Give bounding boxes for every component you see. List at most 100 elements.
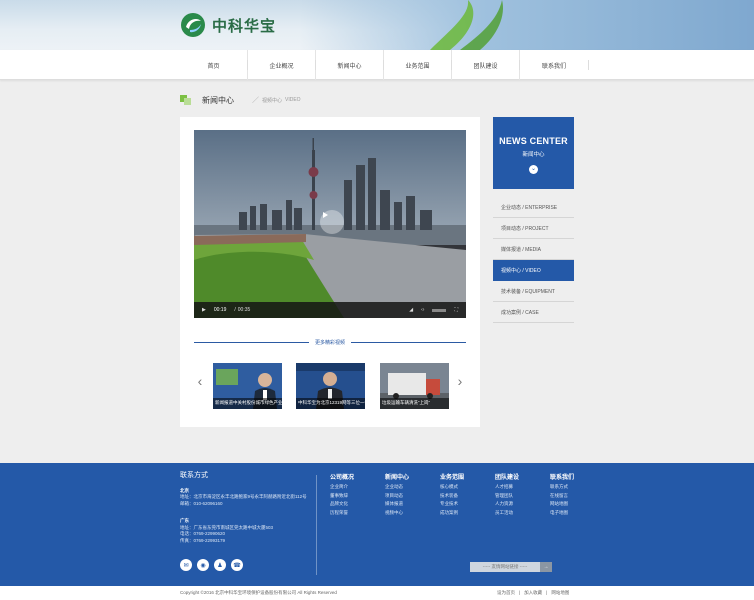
footer-link[interactable]: 成功案例 (440, 509, 495, 518)
footer-link[interactable]: 专业技术 (440, 500, 495, 509)
sidebar: NEWS CENTER 新闻中心 ⌄ 企业动态 / ENTERPRISE 项目动… (493, 117, 574, 323)
footer-col-title[interactable]: 联系我们 (550, 474, 605, 483)
footer-col-company: 公司概况 企业简介 董事致辞 品牌文化 历程荣誉 (330, 474, 385, 517)
footer-link[interactable]: 技术装备 (440, 492, 495, 501)
footer-link[interactable]: 企业动态 (385, 483, 440, 492)
page-title: 新闻中心 (202, 95, 234, 105)
social-icons: ✉ ◉ ♟ ☎ (180, 559, 243, 571)
link-separator: | (546, 590, 548, 595)
carousel-prev-icon[interactable]: ‹ (194, 373, 206, 389)
page-heading: 新闻中心 ／ 视频中心 VIDEO (180, 92, 480, 108)
breadcrumb-separator-icon: ／ (252, 97, 259, 104)
footer-link[interactable]: 管理团队 (495, 492, 550, 501)
sitemap-link[interactable]: 网站地图 (551, 590, 569, 596)
footer-col-business: 业务范围 核心模式 技术装备 专业技术 成功案例 (440, 474, 495, 517)
footer-beijing-address: 地址：北京市海淀区永丰北路鲍家9号永丰阿赫路附近北街112号 (180, 494, 307, 499)
footer-link[interactable]: 人力资源 (495, 500, 550, 509)
embed-icon[interactable]: ‹› (421, 307, 424, 313)
bottom-links: 设为首页 | 加入收藏 | 网站地图 (497, 590, 569, 596)
sidebar-menu: 企业动态 / ENTERPRISE 项目动态 / PROJECT 媒体报道 / … (493, 197, 574, 323)
video-thumb-3[interactable]: 垃圾运输车辆清洗“上岗” (380, 363, 449, 409)
time-current: 00:19 (213, 307, 227, 313)
nav-news[interactable]: 新闻中心 (316, 50, 384, 80)
footer-link[interactable]: 品牌文化 (330, 500, 385, 509)
friend-links-label[interactable]: ----- 友情网站链接 ----- (470, 562, 540, 572)
leaf-decoration (430, 0, 504, 50)
footer-divider (316, 475, 317, 575)
footer-link[interactable]: 媒体报道 (385, 500, 440, 509)
footer-contact: 联系方式 北京 地址：北京市海淀区永丰北路鲍家9号永丰阿赫路附近北街112号 邮… (180, 472, 310, 544)
footer-col-title[interactable]: 新闻中心 (385, 474, 440, 483)
footer-link[interactable]: 人才招募 (495, 483, 550, 492)
main-nav: 首页 企业概况 新闻中心 业务范围 团队建设 联系我们 (0, 50, 754, 80)
arrow-right-icon[interactable]: → (540, 562, 552, 572)
sidebar-title-en: NEWS CENTER (499, 136, 568, 146)
play-overlay-icon[interactable] (320, 210, 344, 234)
volume-icon[interactable]: ◢ (409, 307, 413, 313)
header-banner: 中科华宝 (0, 0, 754, 50)
chevron-down-icon: ⌄ (529, 165, 538, 174)
play-icon[interactable]: ▶ (202, 307, 206, 313)
footer-col-contact: 联系我们 联系方式 在线留言 网站地图 电子地图 (550, 474, 605, 517)
sidebar-item-project[interactable]: 项目动态 / PROJECT (493, 218, 574, 239)
footer-col-title[interactable]: 业务范围 (440, 474, 495, 483)
sidebar-title-cn: 新闻中心 (522, 152, 545, 158)
nav-home[interactable]: 首页 (180, 50, 248, 80)
nav-team[interactable]: 团队建设 (452, 50, 520, 80)
footer-link[interactable]: 项目动态 (385, 492, 440, 501)
logo[interactable]: 中科华宝 (180, 12, 276, 38)
wechat-icon[interactable]: ✉ (180, 559, 192, 571)
phone-icon[interactable]: ☎ (231, 559, 243, 571)
time-separator: / (234, 307, 236, 313)
divider-line-left (194, 341, 309, 343)
copyright-bar: Copyright ©2016 北京中科华宝环境保护设备股份有限公司 All R… (0, 586, 754, 600)
footer-link[interactable]: 董事致辞 (330, 492, 385, 501)
footer-link[interactable]: 核心模式 (440, 483, 495, 492)
more-videos-link[interactable]: 更多精彩视频 (309, 339, 351, 346)
video-controls: ▶ 00:19 / 00:35 ◢ ‹› ⛶ (194, 302, 466, 318)
sidebar-item-video[interactable]: 视频中心 / VIDEO (493, 260, 574, 281)
nav-business[interactable]: 业务范围 (384, 50, 452, 80)
sidebar-item-enterprise[interactable]: 企业动态 / ENTERPRISE (493, 197, 574, 218)
footer-link[interactable]: 企业简介 (330, 483, 385, 492)
logo-text: 中科华宝 (212, 17, 277, 35)
add-favorite-link[interactable]: 加入收藏 (524, 590, 542, 596)
footer-link[interactable]: 历程荣誉 (330, 509, 385, 518)
footer-guangdong-fax: 传真：0769-22993179 (180, 537, 226, 543)
sidebar-item-media[interactable]: 媒体报道 / MEDIA (493, 239, 574, 260)
footer-link[interactable]: 网站地图 (550, 500, 605, 509)
nav-company[interactable]: 企业概况 (248, 50, 316, 80)
thumb-caption-1: 新闻报道中关村股份城市绿色产业 (213, 398, 282, 409)
footer-col-news: 新闻中心 企业动态 项目动态 媒体报道 视频中心 (385, 474, 440, 517)
weibo-icon[interactable]: ◉ (197, 559, 209, 571)
sidebar-item-case[interactable]: 成功案例 / CASE (493, 302, 574, 323)
footer-link[interactable]: 电子地图 (550, 509, 605, 518)
video-card: ▶ 00:19 / 00:35 ◢ ‹› ⛶ 更多精彩视频 ‹ 新闻报道中关村股… (180, 117, 480, 427)
footer-col-title[interactable]: 公司概况 (330, 474, 385, 483)
breadcrumb: ／ 视频中心 VIDEO (252, 95, 301, 105)
footer-link[interactable]: 员工活动 (495, 509, 550, 518)
video-thumb-2[interactable]: 中科华宝为北京12319网等三位一体化“保驾” (296, 363, 365, 409)
footer-links: 公司概况 企业简介 董事致辞 品牌文化 历程荣誉 新闻中心 企业动态 项目动态 … (330, 474, 605, 517)
fullscreen-icon[interactable]: ⛶ (454, 307, 458, 313)
video-thumb-1[interactable]: 新闻报道中关村股份城市绿色产业 (213, 363, 282, 409)
qq-icon[interactable]: ♟ (214, 559, 226, 571)
video-player[interactable]: ▶ 00:19 / 00:35 ◢ ‹› ⛶ (194, 130, 466, 318)
breadcrumb-current[interactable]: 视频中心 (262, 97, 282, 104)
nav-contact[interactable]: 联系我们 (520, 50, 589, 80)
set-homepage-link[interactable]: 设为首页 (497, 590, 515, 596)
footer-contact-title: 联系方式 (180, 472, 208, 479)
sidebar-header: NEWS CENTER 新闻中心 ⌄ (493, 117, 574, 189)
carousel-next-icon[interactable]: › (454, 373, 466, 389)
footer-link[interactable]: 在线留言 (550, 492, 605, 501)
footer: 联系方式 北京 地址：北京市海淀区永丰北路鲍家9号永丰阿赫路附近北街112号 邮… (0, 463, 754, 586)
sidebar-item-equipment[interactable]: 技术装备 / EQUIPMENT (493, 281, 574, 302)
footer-link[interactable]: 联系方式 (550, 483, 605, 492)
logo-icon (181, 13, 205, 37)
friend-links-select[interactable]: ----- 友情网站链接 ----- → (470, 562, 552, 572)
footer-col-team: 团队建设 人才招募 管理团队 人力资源 员工活动 (495, 474, 550, 517)
volume-slider[interactable] (432, 308, 447, 312)
footer-link[interactable]: 视频中心 (385, 509, 440, 518)
copyright-text: Copyright ©2016 北京中科华宝环境保护设备股份有限公司 All R… (180, 590, 337, 595)
footer-col-title[interactable]: 团队建设 (495, 474, 550, 483)
